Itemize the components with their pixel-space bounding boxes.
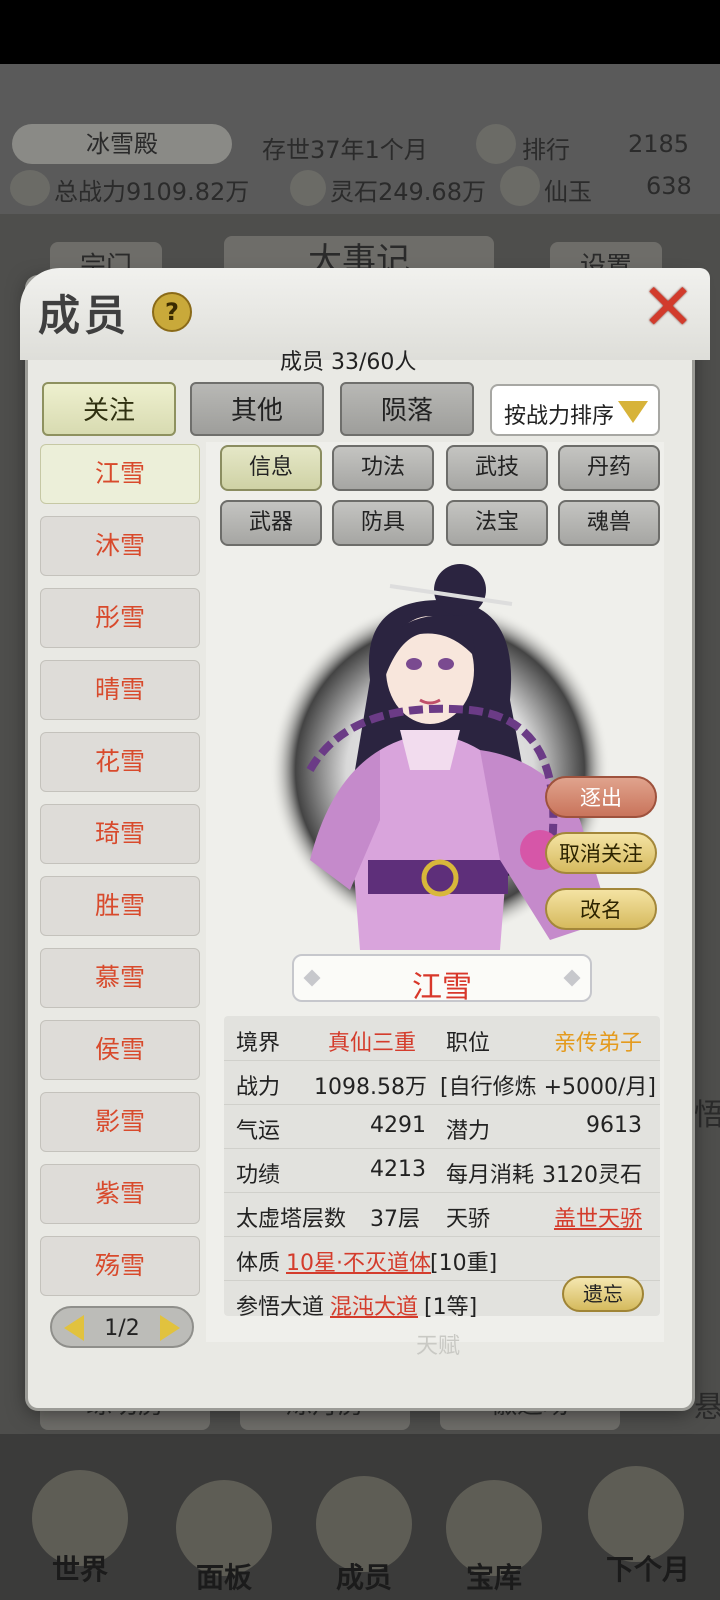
member-count: 成员 33/60人 bbox=[280, 350, 417, 375]
total-power: 总战力9109.82万 bbox=[54, 178, 250, 206]
talent-label: 天骄 bbox=[446, 1207, 491, 1232]
character-name-bar: 江雪 bbox=[292, 954, 592, 1005]
nav-members[interactable]: 成员 bbox=[304, 1556, 424, 1596]
pagination: 1/2 bbox=[50, 1306, 194, 1348]
power-value: 1098.58万 bbox=[314, 1075, 427, 1100]
subtab-weapons[interactable]: 武器 bbox=[220, 500, 322, 546]
member-item[interactable]: 胜雪 bbox=[40, 876, 200, 936]
rank-value: 2185 bbox=[628, 130, 690, 158]
help-icon[interactable]: ? bbox=[152, 292, 192, 332]
member-item[interactable]: 影雪 bbox=[40, 1092, 200, 1152]
tab-others[interactable]: 其他 bbox=[190, 382, 324, 436]
talent-value[interactable]: 盖世天骄 bbox=[554, 1201, 642, 1233]
tower-value: 37层 bbox=[370, 1207, 420, 1232]
member-item[interactable]: 沐雪 bbox=[40, 516, 200, 576]
bg-side-text: 悟 bbox=[694, 1098, 720, 1133]
nav-world[interactable]: 世界 bbox=[20, 1548, 140, 1588]
potential-label: 潜力 bbox=[446, 1119, 491, 1144]
forget-button[interactable]: 遗忘 bbox=[562, 1276, 644, 1312]
chevron-down-icon bbox=[618, 401, 648, 423]
dao-label: 参悟大道 bbox=[236, 1295, 325, 1320]
spirit-stone-value: 灵石249.68万 bbox=[330, 178, 486, 206]
merit-label: 功绩 bbox=[236, 1163, 281, 1188]
realm-label: 境界 bbox=[236, 1031, 281, 1056]
power-label: 战力 bbox=[236, 1075, 281, 1100]
member-item[interactable]: 侯雪 bbox=[40, 1020, 200, 1080]
subtab-treasures[interactable]: 法宝 bbox=[446, 500, 548, 546]
member-item[interactable]: 彤雪 bbox=[40, 588, 200, 648]
nav-next-month[interactable]: 下个月 bbox=[578, 1548, 718, 1588]
subtab-martial-skills[interactable]: 武技 bbox=[446, 445, 548, 491]
sect-name-pill: 冰雪殿 bbox=[12, 124, 232, 164]
sort-dropdown[interactable]: 按战力排序 bbox=[490, 384, 660, 436]
jade-value: 638 bbox=[646, 172, 692, 200]
jade-icon bbox=[500, 166, 540, 206]
merit-value: 4213 bbox=[370, 1157, 426, 1182]
bg-side-text-2: 悬 bbox=[694, 1390, 720, 1425]
luck-value: 4291 bbox=[370, 1113, 426, 1138]
expel-button[interactable]: 逐出 bbox=[545, 776, 657, 818]
rename-button[interactable]: 改名 bbox=[545, 888, 657, 930]
physique-label: 体质 bbox=[236, 1251, 281, 1276]
member-item[interactable]: 殇雪 bbox=[40, 1236, 200, 1296]
member-item[interactable]: 紫雪 bbox=[40, 1164, 200, 1224]
member-item[interactable]: 晴雪 bbox=[40, 660, 200, 720]
rank-icon bbox=[476, 124, 516, 164]
dialog-title: 成员 bbox=[38, 291, 131, 340]
nav-panel[interactable]: 面板 bbox=[164, 1556, 284, 1596]
character-name: 江雪 bbox=[412, 970, 472, 1005]
rank-label: 排行 bbox=[522, 136, 570, 164]
physique-value[interactable]: 10星·不灭道体 bbox=[286, 1245, 431, 1277]
stats-row: 气运 4291 潜力 9613 bbox=[224, 1104, 660, 1149]
tab-followed[interactable]: 关注 bbox=[42, 382, 176, 436]
member-list: 江雪 沐雪 彤雪 晴雪 花雪 琦雪 胜雪 慕雪 侯雪 影雪 紫雪 殇雪 bbox=[40, 442, 204, 1302]
realm-value: 真仙三重 bbox=[328, 1031, 417, 1056]
subtab-info[interactable]: 信息 bbox=[220, 445, 322, 491]
spirit-stone-icon bbox=[290, 170, 326, 206]
next-page-icon[interactable] bbox=[160, 1315, 180, 1341]
subtab-soul-beasts[interactable]: 魂兽 bbox=[558, 500, 660, 546]
tower-label: 太虚塔层数 bbox=[236, 1207, 347, 1232]
sort-label: 按战力排序 bbox=[504, 404, 615, 429]
monthly-cost-value: 3120灵石 bbox=[542, 1163, 642, 1188]
physique-level: [10重] bbox=[430, 1251, 498, 1276]
jade-label: 仙玉 bbox=[544, 178, 592, 206]
tab-fallen[interactable]: 陨落 bbox=[340, 382, 474, 436]
dao-level: [1等] bbox=[424, 1295, 478, 1320]
dao-value[interactable]: 混沌大道 bbox=[330, 1289, 418, 1321]
stats-table: 境界 真仙三重 职位 亲传弟子 战力 1098.58万 [自行修炼 +5000/… bbox=[224, 1016, 660, 1320]
game-time: 存世37年1个月 bbox=[262, 136, 428, 164]
member-item[interactable]: 江雪 bbox=[40, 444, 200, 504]
potential-value: 9613 bbox=[586, 1113, 642, 1138]
nav-treasury[interactable]: 宝库 bbox=[434, 1556, 554, 1596]
position-value: 亲传弟子 bbox=[553, 1031, 642, 1056]
member-item[interactable]: 琦雪 bbox=[40, 804, 200, 864]
close-icon[interactable]: ✕ bbox=[636, 276, 700, 342]
power-icon bbox=[10, 170, 50, 206]
subtab-techniques[interactable]: 功法 bbox=[332, 445, 434, 491]
subtab-armor[interactable]: 防具 bbox=[332, 500, 434, 546]
luck-label: 气运 bbox=[236, 1119, 281, 1144]
monthly-cost-label: 每月消耗 bbox=[446, 1163, 535, 1188]
stats-row: 战力 1098.58万 [自行修炼 +5000/月] bbox=[224, 1060, 660, 1105]
position-label: 职位 bbox=[446, 1031, 491, 1056]
talent-section-label: 天赋 bbox=[416, 1334, 461, 1359]
system-status-bar bbox=[0, 0, 720, 64]
stats-row: 体质 10星·不灭道体 [10重] bbox=[224, 1236, 660, 1281]
training-status: [自行修炼 +5000/月] bbox=[440, 1075, 656, 1100]
stats-row: 境界 真仙三重 职位 亲传弟子 bbox=[224, 1016, 660, 1061]
member-item[interactable]: 花雪 bbox=[40, 732, 200, 792]
stats-row: 太虚塔层数 37层 天骄 盖世天骄 bbox=[224, 1192, 660, 1237]
stats-row: 功绩 4213 每月消耗 3120灵石 bbox=[224, 1148, 660, 1193]
subtab-pills[interactable]: 丹药 bbox=[558, 445, 660, 491]
member-item[interactable]: 慕雪 bbox=[40, 948, 200, 1008]
unfollow-button[interactable]: 取消关注 bbox=[545, 832, 657, 874]
